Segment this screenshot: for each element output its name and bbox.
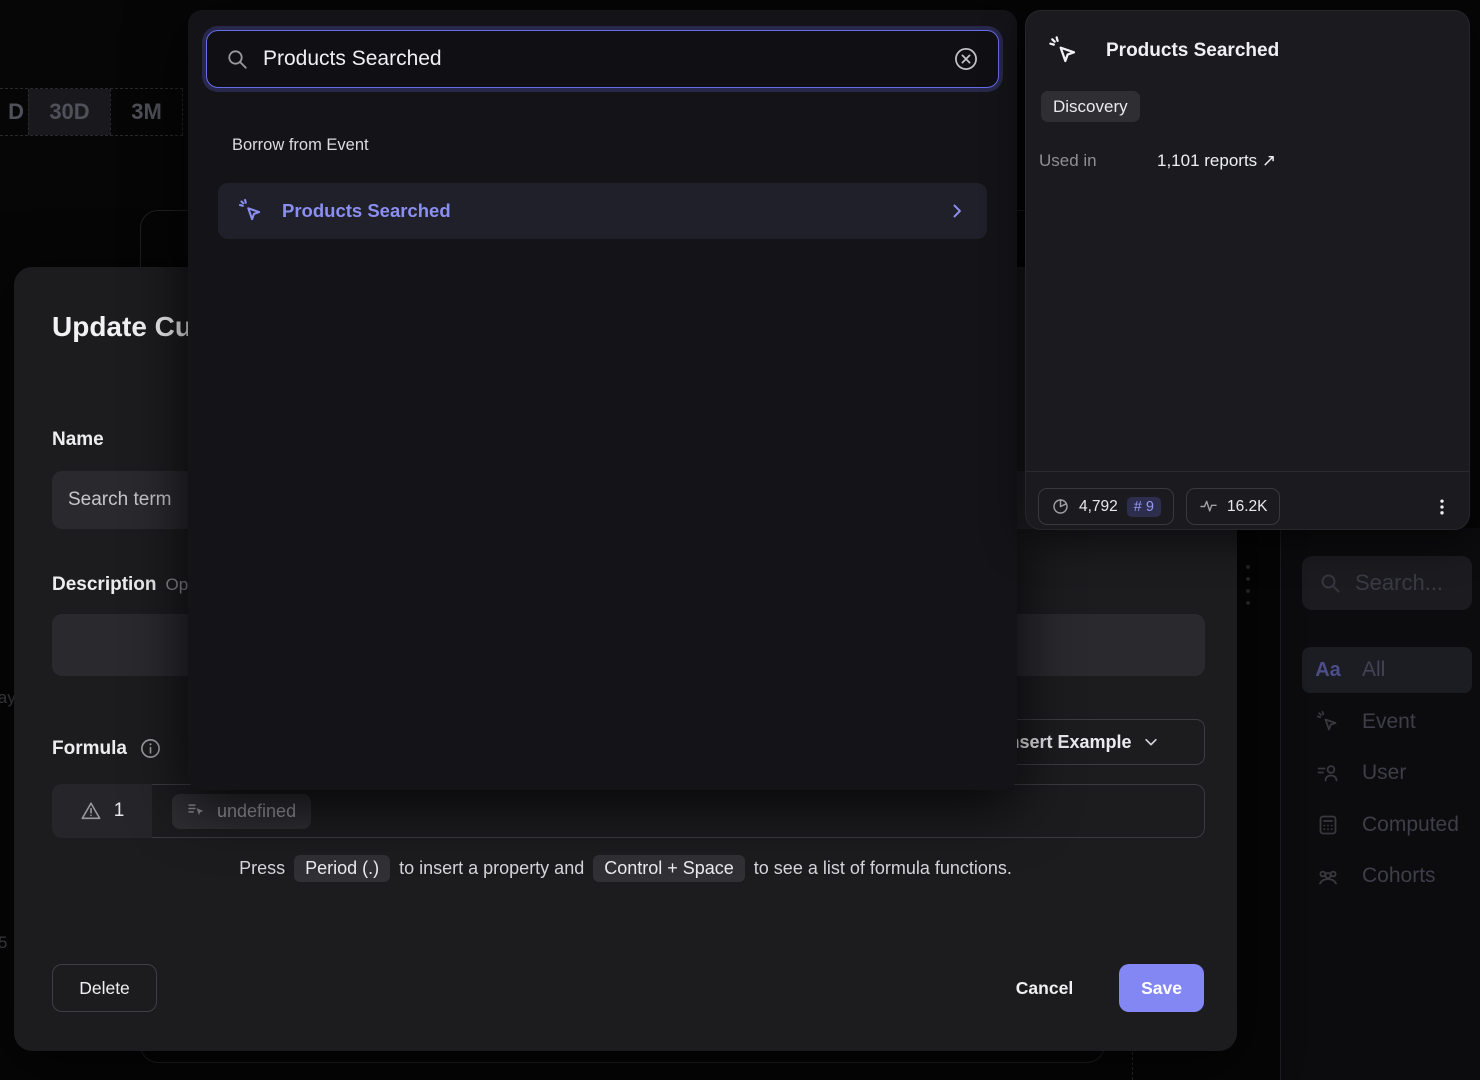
hint-text: to insert a property and: [399, 858, 584, 879]
sidebar-search-input[interactable]: [1355, 570, 1455, 596]
modal-title: Update Cu: [52, 311, 192, 343]
sidebar-item-computed[interactable]: Computed: [1302, 802, 1472, 848]
kbd-control-space: Control + Space: [593, 855, 745, 882]
sidebar-item-label: User: [1362, 761, 1406, 785]
time-range-button-partial[interactable]: D: [0, 89, 28, 135]
sidebar-item-all[interactable]: Aa All: [1302, 647, 1472, 693]
sidebar-item-label: Cohorts: [1362, 864, 1436, 888]
formula-input[interactable]: undefined: [152, 784, 1205, 838]
formula-chip-label: undefined: [217, 801, 296, 822]
sidebar-item-label: All: [1362, 658, 1385, 682]
info-icon[interactable]: [139, 737, 162, 760]
formula-property-chip[interactable]: undefined: [172, 794, 311, 829]
save-button[interactable]: Save: [1119, 964, 1204, 1012]
used-in-label: Used in: [1039, 151, 1157, 171]
sidebar-search-field[interactable]: [1302, 556, 1472, 610]
results-section-label: Borrow from Event: [232, 136, 369, 155]
event-count-chip[interactable]: 4,792 # 9: [1038, 488, 1174, 525]
kbd-period: Period (.): [294, 855, 390, 882]
event-volume-chip[interactable]: 16.2K: [1186, 488, 1281, 525]
search-icon: [1318, 571, 1342, 595]
error-count: 1: [114, 800, 125, 822]
pie-chart-icon: [1051, 497, 1070, 516]
search-result-products-searched[interactable]: Products Searched: [218, 183, 987, 239]
more-options-button[interactable]: [1427, 492, 1457, 522]
sidebar-item-label: Event: [1362, 710, 1416, 734]
time-range-button-30d[interactable]: 30D: [28, 89, 110, 135]
activity-pulse-icon: [1199, 497, 1218, 516]
formula-help-text: Press Period (.) to insert a property an…: [14, 855, 1237, 882]
card-divider: [1026, 471, 1469, 472]
cohorts-people-icon: [1316, 864, 1340, 888]
time-range-button-3m[interactable]: 3M: [110, 89, 183, 135]
event-search-field[interactable]: [206, 30, 999, 88]
event-cursor-icon: [1048, 35, 1080, 67]
formula-editor: 1 undefined: [52, 784, 1205, 838]
clear-search-button[interactable]: [952, 45, 980, 73]
sidebar-item-event[interactable]: Event: [1302, 699, 1472, 745]
event-rank-badge: # 9: [1127, 497, 1161, 517]
close-circle-icon: [953, 46, 979, 72]
background-chart-fragment: 5: [0, 933, 7, 953]
event-card-title: Products Searched: [1106, 40, 1279, 62]
event-search-dropdown: Borrow from Event Products Searched: [188, 10, 1017, 790]
calculator-icon: [1316, 813, 1340, 837]
time-range-selector: D 30D 3M: [0, 88, 183, 136]
sidebar-item-cohorts[interactable]: Cohorts: [1302, 853, 1472, 899]
hint-text: to see a list of formula functions.: [754, 858, 1012, 879]
event-cursor-icon: [1316, 710, 1340, 734]
kebab-menu-icon: [1432, 497, 1452, 517]
cancel-button[interactable]: Cancel: [997, 964, 1092, 1012]
panel-resize-handle[interactable]: [1246, 565, 1250, 605]
event-volume-value: 16.2K: [1227, 498, 1268, 516]
event-count-value: 4,792: [1079, 498, 1118, 516]
result-label: Products Searched: [282, 200, 929, 222]
event-cursor-icon: [238, 198, 264, 224]
chevron-down-icon: [1142, 733, 1160, 751]
insert-example-label: Insert Example: [1003, 732, 1131, 753]
text-type-icon: Aa: [1316, 658, 1340, 682]
description-field-label: Description: [52, 574, 157, 596]
category-badge: Discovery: [1041, 91, 1140, 122]
app-root: D 30D 3M lay 5 Aa All Event: [0, 0, 1480, 1080]
delete-button[interactable]: Delete: [52, 964, 157, 1012]
event-detail-card: Products Searched Discovery Used in 1,10…: [1025, 10, 1470, 530]
user-properties-icon: [1316, 761, 1340, 785]
formula-field-label: Formula: [52, 738, 127, 760]
borrowed-property-icon: [187, 801, 207, 821]
used-in-reports-link[interactable]: 1,101 reports ↗: [1157, 151, 1276, 171]
warning-triangle-icon: [80, 800, 102, 822]
sidebar-item-label: Computed: [1362, 813, 1459, 837]
hint-text: Press: [239, 858, 285, 879]
formula-error-indicator[interactable]: 1: [52, 784, 152, 838]
sidebar-item-user[interactable]: User: [1302, 750, 1472, 796]
search-icon: [225, 47, 249, 71]
chevron-right-icon: [947, 201, 967, 221]
event-search-input[interactable]: [263, 47, 938, 71]
property-type-sidebar: Aa All Event User: [1280, 528, 1480, 1080]
name-field-label: Name: [52, 429, 104, 451]
